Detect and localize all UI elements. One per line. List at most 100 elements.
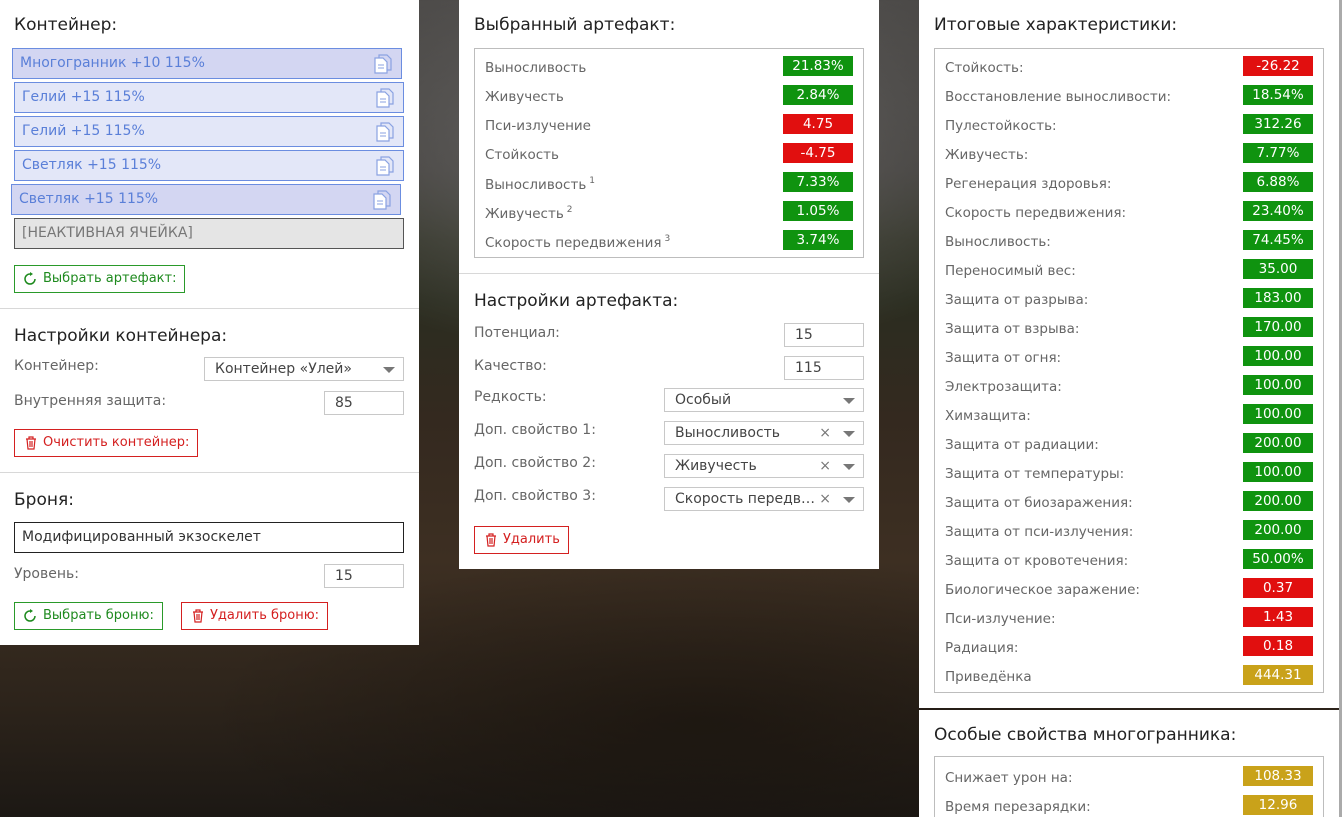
chevron-down-icon — [843, 398, 855, 404]
container-slot[interactable]: Светляк +15 115% — [11, 184, 401, 215]
stat-value-badge: 183.00 — [1243, 288, 1313, 308]
container-slot[interactable]: Светляк +15 115% — [14, 150, 404, 181]
container-title: Контейнер: — [14, 15, 118, 35]
container-slot[interactable]: Гелий +15 115% — [14, 116, 404, 147]
stat-value-badge: 35.00 — [1243, 259, 1313, 279]
stat-name-text: Биологическое заражение: — [945, 582, 1140, 598]
stat-name: Живучесть — [485, 89, 564, 105]
prop1-select-value: Выносливость — [675, 425, 781, 441]
copy-icon[interactable] — [374, 54, 392, 74]
container-slot[interactable]: Многогранник +10 115% — [12, 48, 402, 79]
rarity-label: Редкость: — [474, 389, 547, 405]
stat-name: Пси-излучение — [485, 118, 591, 134]
choose-artifact-button[interactable]: Выбрать артефакт: — [14, 265, 186, 293]
stat-row: Электрозащита: 100.00 — [945, 371, 1313, 400]
choose-armor-button[interactable]: Выбрать броню: — [14, 602, 163, 630]
stat-row: Регенерация здоровья: 6.88% — [945, 168, 1313, 197]
totals-title: Итоговые характеристики: — [934, 15, 1178, 35]
level-input[interactable]: 15 — [324, 564, 404, 588]
stat-row: Радиация: 0.18 — [945, 632, 1313, 661]
stat-row: Приведёнка 444.31 — [945, 661, 1313, 690]
prop2-select[interactable]: Живучесть × — [664, 454, 864, 478]
stat-name: Пси-излучение: — [945, 611, 1056, 627]
stat-row: Защита от огня: 100.00 — [945, 342, 1313, 371]
stat-value-badge: 200.00 — [1243, 520, 1313, 540]
stat-value-badge: 74.45% — [1243, 230, 1313, 250]
stat-name: Выносливость: — [945, 234, 1051, 250]
slot-label: Гелий +15 115% — [22, 89, 145, 105]
inactive-slot[interactable]: [НЕАКТИВНАЯ ЯЧЕЙКА] — [14, 218, 404, 249]
container-select[interactable]: Контейнер «Улей» — [204, 357, 404, 381]
stat-name-text: Стойкость: — [945, 60, 1024, 76]
delete-armor-button[interactable]: Удалить броню: — [181, 602, 329, 630]
stat-row: Защита от биозаражения: 200.00 — [945, 487, 1313, 516]
stat-row: Биологическое заражение: 0.37 — [945, 574, 1313, 603]
stat-name-text: Живучесть: — [945, 147, 1029, 163]
container-slot[interactable]: Гелий +15 115% — [14, 82, 404, 113]
potential-input[interactable]: 15 — [784, 323, 864, 347]
trash-icon — [486, 533, 496, 547]
stat-row: Защита от радиации: 200.00 — [945, 429, 1313, 458]
quality-input[interactable]: 115 — [784, 356, 864, 380]
delete-artifact-button[interactable]: Удалить — [474, 526, 569, 554]
stat-value-badge: 100.00 — [1243, 462, 1313, 482]
stat-name-text: Пси-излучение: — [945, 611, 1056, 627]
stat-value-badge: 100.00 — [1243, 346, 1313, 366]
stat-row: Защита от пси-излучения: 200.00 — [945, 516, 1313, 545]
prop3-label: Доп. свойство 3: — [474, 488, 596, 504]
rarity-select[interactable]: Особый — [664, 388, 864, 412]
stat-footnote: 1 — [589, 176, 596, 186]
stat-name-text: Скорость передвижения — [485, 235, 662, 251]
refresh-icon — [24, 272, 36, 285]
stat-name: Регенерация здоровья: — [945, 176, 1111, 192]
stat-value-badge: 0.37 — [1243, 578, 1313, 598]
selected-artifact-title: Выбранный артефакт: — [474, 15, 676, 35]
stat-value-badge: -4.75 — [783, 143, 853, 163]
stat-name: Восстановление выносливости: — [945, 89, 1171, 105]
clear-icon[interactable]: × — [819, 455, 831, 477]
stat-name-text: Защита от кровотечения: — [945, 553, 1129, 569]
left-panel: Контейнер: Многогранник +10 115% Гелий +1… — [0, 0, 419, 645]
divider — [0, 308, 419, 309]
stat-row: Скорость передвижения: 23.40% — [945, 197, 1313, 226]
stat-name: Защита от пси-излучения: — [945, 524, 1133, 540]
copy-icon[interactable] — [376, 88, 394, 108]
chevron-down-icon — [843, 464, 855, 470]
stat-name: Приведёнка — [945, 669, 1032, 685]
level-label: Уровень: — [14, 566, 79, 582]
stat-value-badge: 3.74% — [783, 230, 853, 250]
copy-icon[interactable] — [376, 156, 394, 176]
prop1-select[interactable]: Выносливость × — [664, 421, 864, 445]
copy-icon[interactable] — [373, 190, 391, 210]
stat-name: Выносливость — [485, 60, 586, 76]
stat-value-badge: 170.00 — [1243, 317, 1313, 337]
stat-row: Выносливость 21.83% — [485, 52, 853, 81]
stat-name-text: Стойкость — [485, 147, 559, 163]
stat-name-text: Регенерация здоровья: — [945, 176, 1112, 192]
inner-protection-input[interactable]: 85 — [324, 391, 404, 415]
armor-field[interactable]: Модифицированный экзоскелет — [14, 522, 404, 553]
delete-artifact-label: Удалить — [503, 532, 560, 547]
clear-container-button[interactable]: Очистить контейнер: — [14, 429, 199, 457]
stat-name: Живучесть 2 — [485, 205, 573, 222]
stat-name-text: Выносливость — [485, 177, 587, 193]
clear-container-label: Очистить контейнер: — [43, 435, 190, 450]
stat-name: Биологическое заражение: — [945, 582, 1140, 598]
stat-value-badge: 0.18 — [1243, 636, 1313, 656]
stat-name: Химзащита: — [945, 408, 1031, 424]
slot-label: Светляк +15 115% — [22, 157, 162, 173]
stat-name-text: Защита от пси-излучения: — [945, 524, 1134, 540]
potential-label: Потенциал: — [474, 325, 560, 341]
clear-icon[interactable]: × — [819, 422, 831, 444]
stat-value-badge: 12.96 — [1243, 795, 1313, 815]
stat-name: Защита от кровотечения: — [945, 553, 1128, 569]
copy-icon[interactable] — [376, 122, 394, 142]
slot-label: [НЕАКТИВНАЯ ЯЧЕЙКА] — [22, 225, 193, 241]
quality-label: Качество: — [474, 358, 547, 374]
stat-name-text: Защита от разрыва: — [945, 292, 1089, 308]
prop3-select[interactable]: Скорость передвижения × — [664, 487, 864, 511]
clear-icon[interactable]: × — [819, 488, 831, 510]
stat-name-text: Защита от огня: — [945, 350, 1062, 366]
stat-name: Стойкость — [485, 147, 559, 163]
stat-name: Стойкость: — [945, 60, 1024, 76]
